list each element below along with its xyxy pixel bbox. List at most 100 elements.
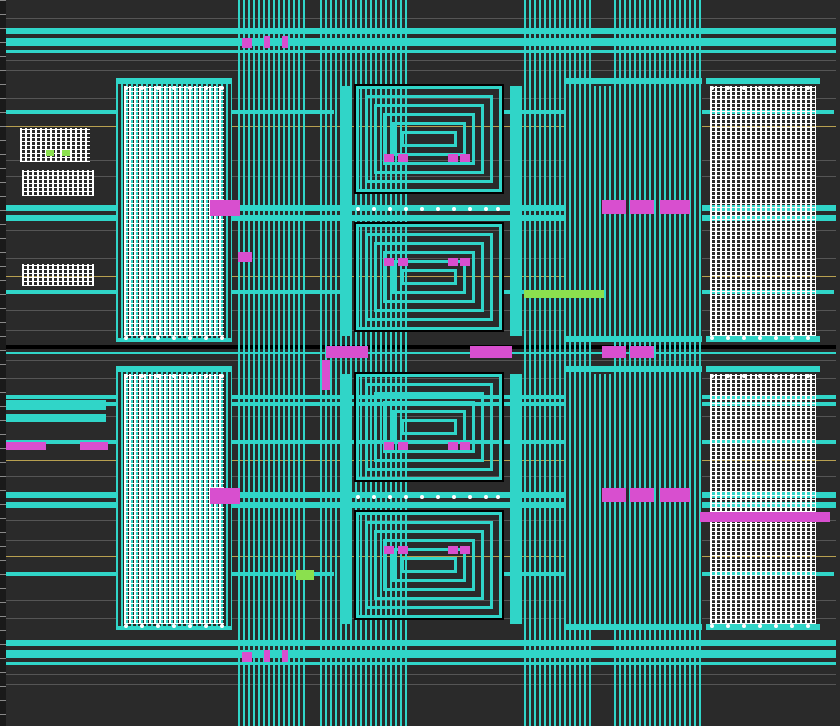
- metal-block-pink: [264, 650, 270, 662]
- via: [156, 336, 160, 340]
- ruler-tick: [0, 14, 6, 15]
- via: [468, 207, 472, 211]
- ruler-tick: [0, 70, 6, 71]
- via: [758, 374, 762, 378]
- via: [790, 624, 794, 628]
- metal-block-pink: [282, 36, 288, 48]
- via: [220, 336, 224, 340]
- ruler-tick: [0, 378, 6, 379]
- metal-block-pink: [80, 442, 108, 450]
- ruler-tick: [0, 434, 6, 435]
- metal-v-bus: [534, 0, 536, 726]
- ruler-tick: [0, 630, 6, 631]
- ruler-tick: [0, 28, 6, 29]
- ruler-tick: [0, 602, 6, 603]
- metal-block: [564, 624, 702, 630]
- ruler-tick: [0, 350, 6, 351]
- via: [172, 374, 176, 378]
- metal-h: [6, 640, 836, 646]
- via: [172, 336, 176, 340]
- via: [758, 624, 762, 628]
- metal-block-pink: [448, 442, 458, 450]
- via: [404, 207, 408, 211]
- metal-h: [6, 38, 836, 46]
- metal-h: [6, 352, 836, 354]
- metal-v-bus: [248, 0, 250, 726]
- layout-canvas[interactable]: [0, 0, 840, 726]
- metal-block: [564, 336, 702, 342]
- via: [156, 374, 160, 378]
- metal-block-lime: [46, 150, 54, 156]
- via: [452, 495, 456, 499]
- metal-block-pink: [238, 252, 252, 262]
- ruler-tick: [0, 518, 6, 519]
- via: [496, 495, 500, 499]
- metal-block-pink: [460, 546, 470, 554]
- ruler-tick: [0, 322, 6, 323]
- via: [124, 336, 128, 340]
- metal-v-bus: [529, 0, 531, 726]
- ruler-tick: [0, 294, 6, 295]
- ruler-tick: [0, 686, 6, 687]
- ruler-tick: [0, 224, 6, 225]
- via: [172, 86, 176, 90]
- via: [204, 336, 208, 340]
- ruler-tick: [0, 658, 6, 659]
- metal-v-bus: [283, 0, 285, 726]
- inductor-ring: [401, 557, 457, 573]
- ruler-tick: [0, 616, 6, 617]
- metal-block: [564, 78, 702, 84]
- ruler-tick: [0, 672, 6, 673]
- via: [496, 207, 500, 211]
- metal-v-bus: [268, 0, 270, 726]
- metal-block-pink: [210, 488, 240, 504]
- via: [758, 86, 762, 90]
- metal-block-pink: [264, 36, 270, 48]
- via: [188, 86, 192, 90]
- metal-block-pink: [460, 442, 470, 450]
- metal-v-bus: [298, 0, 300, 726]
- metal-block-pink: [326, 346, 368, 358]
- metal-v-bus: [278, 0, 280, 726]
- metal-block: [706, 78, 820, 84]
- metal-v-bus: [293, 0, 295, 726]
- metal-block-pink: [602, 346, 626, 358]
- metal-v-bus: [330, 0, 332, 726]
- ruler-tick: [0, 406, 6, 407]
- inductor-ring: [401, 131, 457, 147]
- ruler-tick: [0, 126, 6, 127]
- metal-h: [6, 662, 836, 665]
- ruler-tick: [0, 238, 6, 239]
- metal-block-pink: [210, 200, 240, 216]
- via: [372, 207, 376, 211]
- via: [124, 624, 128, 628]
- dense-cell: [22, 170, 94, 196]
- ruler-tick: [0, 448, 6, 449]
- metal-block-pink: [630, 346, 654, 358]
- ruler-tick: [0, 336, 6, 337]
- via: [484, 495, 488, 499]
- via: [726, 86, 730, 90]
- dense-cell: [710, 86, 816, 336]
- metal-block: [706, 366, 820, 372]
- ruler-tick: [0, 546, 6, 547]
- metal-v-bus: [554, 0, 556, 726]
- via: [436, 207, 440, 211]
- via: [742, 374, 746, 378]
- ruler-tick: [0, 196, 6, 197]
- metal-block-pink: [448, 154, 458, 162]
- thin-track: [6, 18, 836, 19]
- metal-v-bus: [288, 0, 290, 726]
- via: [388, 495, 392, 499]
- via: [806, 86, 810, 90]
- vertical-ruler: [0, 0, 6, 726]
- metal-block-pink: [384, 442, 394, 450]
- metal-block-pink: [660, 200, 690, 214]
- ruler-tick: [0, 112, 6, 113]
- via: [124, 86, 128, 90]
- ruler-tick: [0, 364, 6, 365]
- metal-v-bus: [273, 0, 275, 726]
- metal-block: [706, 336, 820, 342]
- via: [356, 207, 360, 211]
- via: [726, 624, 730, 628]
